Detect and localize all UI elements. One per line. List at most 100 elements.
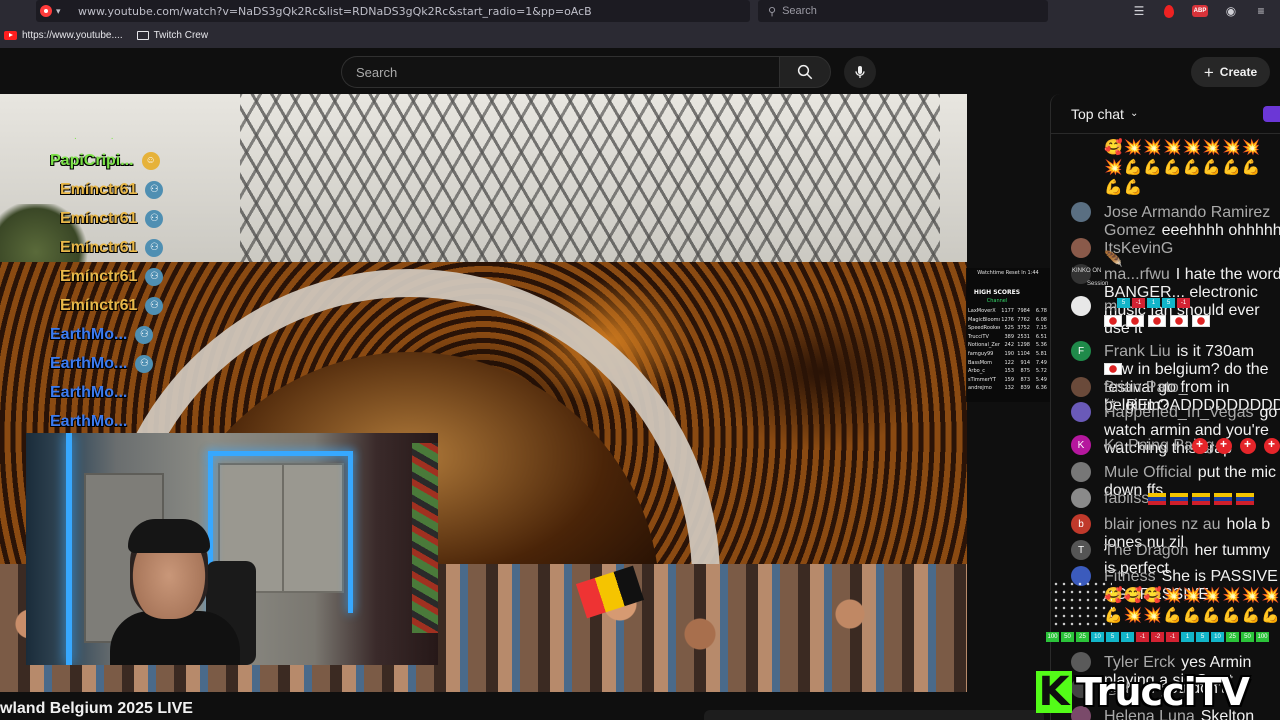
- below-video-bar: [704, 710, 1044, 720]
- membership-icon[interactable]: [1263, 106, 1280, 122]
- avatar[interactable]: [1071, 402, 1091, 422]
- microphone-icon: [855, 66, 865, 78]
- high-score-cell: 1276: [1001, 316, 1014, 323]
- chat-mode-selector[interactable]: Top chat ⌄: [1051, 94, 1280, 134]
- search-button[interactable]: [779, 56, 831, 88]
- site-info-button[interactable]: ▾: [36, 1, 74, 21]
- high-score-cell: 5.49: [1035, 376, 1047, 383]
- avatar[interactable]: [1071, 296, 1091, 316]
- high-score-cell: MagicBlooms: [968, 316, 1000, 323]
- high-score-cell: 242: [1004, 342, 1014, 349]
- avatar[interactable]: [1071, 377, 1091, 397]
- high-score-cell: 132: [1004, 385, 1014, 392]
- high-score-row: LaxMoverX 1177 7984 6.78: [966, 308, 1050, 317]
- bookmark-youtube[interactable]: https://www.youtube....: [4, 30, 123, 41]
- person-badge-icon: ⚇: [145, 180, 164, 199]
- high-score-row: Notional_Zen 242 1298 5.36: [966, 342, 1050, 351]
- chat-author[interactable]: blair jones nz au: [1104, 516, 1221, 533]
- high-score-cell: 6.36: [1035, 385, 1047, 392]
- voice-search-button[interactable]: [844, 56, 876, 88]
- overlay-chat-name: EarthMo... ⚇: [50, 349, 200, 378]
- high-score-cell: 525: [1004, 325, 1014, 332]
- high-score-cell: 190: [1004, 350, 1014, 357]
- avatar[interactable]: [1071, 462, 1091, 482]
- red-extension-icon[interactable]: [1162, 4, 1176, 18]
- chat-author[interactable]: Happened_In_Vegas: [1104, 404, 1253, 421]
- high-scores-overlay: Watchtime Reset In 1:44 HIGH SCORES Chan…: [966, 268, 1050, 402]
- flag-emoji-row: [1104, 490, 1258, 507]
- browser-search-box[interactable]: ⚲ Search: [758, 0, 1048, 22]
- chat-message[interactable]: ItsKevinG: [1104, 240, 1280, 258]
- chat-message[interactable]: Jose Armando Ramirez Gomez eeehhhh ohhhhh: [1104, 204, 1280, 240]
- high-score-cell: Notional_Zen: [968, 342, 1000, 349]
- watchtime-reset: Watchtime Reset In 1:44: [977, 270, 1039, 276]
- high-scores-title: HIGH SCORES: [973, 289, 1021, 296]
- high-score-cell: LaxMoverX: [968, 308, 996, 314]
- high-score-cell: 3752: [1017, 325, 1030, 332]
- led-strip: [348, 453, 353, 613]
- avatar[interactable]: T: [1071, 540, 1091, 560]
- search-icon: ⚲: [768, 5, 777, 18]
- trucci-watermark: K TrucciTV: [1036, 668, 1250, 716]
- high-score-cell: famguy99: [968, 350, 994, 357]
- bet-square: 1: [1121, 632, 1134, 642]
- high-score-cell: 5.81: [1035, 350, 1047, 357]
- brand-name: TrucciTV: [1076, 670, 1250, 714]
- overlay-chat-name: EarthMo...: [50, 378, 200, 407]
- overlay-chat-name-text: PapiCripi...: [50, 151, 134, 169]
- overlay-chat-name: Emínctr61 ⚇: [50, 262, 200, 291]
- url-bar[interactable]: www.youtube.com/watch?v=NaDS3gQk2Rc&list…: [36, 0, 750, 22]
- heart-emoji-row: [1104, 437, 1280, 455]
- streamer: [110, 519, 240, 665]
- create-label: Create: [1219, 65, 1258, 79]
- bet-square: 25: [1076, 632, 1089, 642]
- toolbar-icons: ☰ ABP ◉ ≡: [1132, 1, 1268, 21]
- avatar[interactable]: [1071, 238, 1091, 258]
- chat-author[interactable]: The Dragon: [1104, 542, 1189, 559]
- high-score-row: andrejmo 132 839 6.36: [966, 385, 1050, 394]
- high-score-cell: BassMom: [968, 359, 992, 366]
- streamer-hair: [128, 519, 210, 553]
- avatar[interactable]: K: [1071, 435, 1091, 455]
- overlay-chat-name-text: EarthMo...: [50, 354, 128, 372]
- avatar[interactable]: [1071, 202, 1091, 222]
- youtube-header: Search + Create: [0, 48, 1280, 94]
- high-score-cell: SpeedRookee: [968, 325, 1000, 332]
- high-score-cell: 6.78: [1035, 308, 1047, 314]
- high-scores-table: LaxMoverX 1177 7984 6.78 MagicBlooms 1276 7762…: [966, 308, 1050, 394]
- avatar[interactable]: [1071, 488, 1091, 508]
- bet-square: 25: [1226, 632, 1239, 642]
- high-score-row: MagicBlooms 1276 7762 6.08: [966, 317, 1050, 326]
- avatar[interactable]: F: [1071, 341, 1091, 361]
- chat-author[interactable]: Frank Liu: [1104, 343, 1171, 360]
- bet-square: -1: [1166, 632, 1179, 642]
- bet-square: -1: [1132, 298, 1145, 308]
- dot-pattern: [1052, 580, 1112, 630]
- menu-icon[interactable]: ≡: [1254, 4, 1268, 18]
- chat-author[interactable]: ma...rfwu: [1104, 266, 1170, 283]
- bookmark-twitch-crew[interactable]: Twitch Crew: [136, 30, 208, 41]
- kinko-label: KINKO ON: [1072, 268, 1102, 274]
- high-score-cell: 7762: [1017, 316, 1030, 323]
- webcam-poster: [412, 443, 438, 633]
- library-icon[interactable]: ☰: [1132, 4, 1146, 18]
- adblock-icon[interactable]: ABP: [1192, 5, 1208, 17]
- account-icon[interactable]: ◉: [1224, 4, 1238, 18]
- bet-squares-row: 5 -1 1 5 -1: [1117, 298, 1190, 308]
- high-score-cell: 122: [1004, 359, 1014, 366]
- avatar[interactable]: b: [1071, 514, 1091, 534]
- high-score-cell: 159: [1004, 376, 1014, 383]
- led-strip: [208, 451, 353, 456]
- overlay-chat-name-text: EarthMo...: [50, 325, 128, 343]
- screen: www.youtube.com/watch?v=NaDS3gQk2Rc&list…: [0, 0, 1280, 720]
- stage-truss: [240, 94, 940, 274]
- feather-emoji: 🪶: [1104, 251, 1124, 268]
- high-score-cell: 6.08: [1035, 316, 1047, 323]
- chat-author[interactable]: Mule Official: [1104, 464, 1192, 481]
- person-badge-icon: ⚇: [135, 325, 154, 344]
- chevron-down-icon: ⌄: [1129, 108, 1139, 119]
- create-button[interactable]: + Create: [1191, 57, 1270, 87]
- search-input[interactable]: Search: [341, 56, 779, 88]
- high-score-cell: 1104: [1017, 350, 1030, 357]
- high-scores-channel: Channel: [986, 298, 1008, 304]
